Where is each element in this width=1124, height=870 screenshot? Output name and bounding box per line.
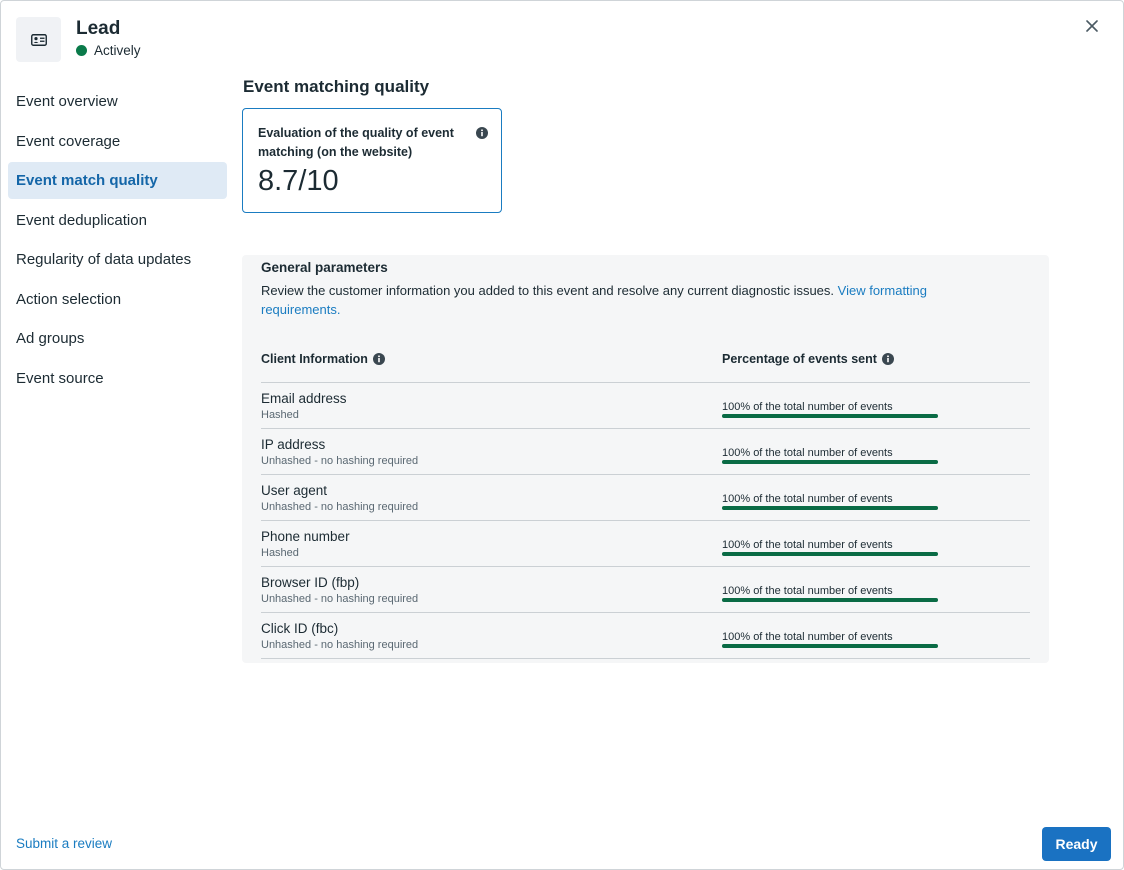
table-row: Phone number Hashed 100% of the total numb… bbox=[261, 521, 1030, 567]
match-quality-score-card: Evaluation of the quality of event match… bbox=[242, 108, 502, 213]
client-info-name: User agent bbox=[261, 483, 328, 498]
general-parameters-panel: General parameters Review the customer i… bbox=[242, 255, 1049, 663]
table-row: Email address Hashed 100% of the total num… bbox=[261, 383, 1030, 429]
id-card-icon bbox=[16, 17, 61, 62]
progress-bar-fill bbox=[722, 598, 938, 602]
score-value: 8.7/10 bbox=[258, 165, 339, 197]
table-row: Browser ID (fbp) Unhashed - no hashing re… bbox=[261, 567, 1030, 613]
client-info-hash-status: Unhashed - no hashing required bbox=[261, 593, 419, 605]
client-info-name: Phone number bbox=[261, 529, 350, 544]
events-sent-percentage: 100% of the total number of events bbox=[722, 631, 893, 643]
client-info-hash-status: Hashed bbox=[261, 547, 299, 559]
sidebar-item-regularity-of-data-updates[interactable]: Regularity of data updates bbox=[8, 241, 227, 278]
progress-bar-fill bbox=[722, 460, 938, 464]
client-information-table: Email address Hashed 100% of the total num… bbox=[261, 383, 1030, 659]
params-description-text: Review the customer information you adde… bbox=[261, 283, 835, 298]
progress-bar-fill bbox=[722, 414, 938, 418]
events-sent-percentage: 100% of the total number of events bbox=[722, 401, 893, 413]
column-header-client-information: Client Information bbox=[261, 352, 385, 366]
events-sent-percentage: 100% of the total number of events bbox=[722, 585, 893, 597]
submit-review-link[interactable]: Submit a review bbox=[16, 836, 112, 851]
client-info-name: Email address bbox=[261, 391, 347, 406]
event-status-label: Actively bbox=[94, 43, 141, 58]
events-sent-progress-bar bbox=[722, 552, 938, 556]
sidebar-item-action-selection[interactable]: Action selection bbox=[8, 281, 227, 318]
progress-bar-fill bbox=[722, 506, 938, 510]
sidebar-item-event-overview[interactable]: Event overview bbox=[8, 83, 227, 120]
client-info-hash-status: Unhashed - no hashing required bbox=[261, 501, 419, 513]
sidebar-item-ad-groups[interactable]: Ad groups bbox=[8, 320, 227, 357]
events-sent-progress-bar bbox=[722, 506, 938, 510]
event-status: Actively bbox=[76, 43, 141, 58]
client-info-hash-status: Unhashed - no hashing required bbox=[261, 639, 419, 651]
event-title: Lead bbox=[76, 18, 121, 39]
column-header-client-information-label: Client Information bbox=[261, 352, 368, 366]
client-info-name: Browser ID (fbp) bbox=[261, 575, 360, 590]
events-sent-progress-bar bbox=[722, 598, 938, 602]
event-details-dialog: Lead Actively Event overview Event covera… bbox=[0, 0, 1124, 870]
events-sent-progress-bar bbox=[722, 414, 938, 418]
close-icon bbox=[1086, 20, 1098, 32]
section-title: Event matching quality bbox=[243, 77, 430, 96]
client-info-hash-status: Hashed bbox=[261, 409, 299, 421]
events-sent-progress-bar bbox=[722, 644, 938, 648]
score-card-label: Evaluation of the quality of event match… bbox=[258, 126, 454, 159]
progress-bar-fill bbox=[722, 552, 938, 556]
events-sent-progress-bar bbox=[722, 460, 938, 464]
client-info-name: Click ID (fbc) bbox=[261, 621, 339, 636]
column-header-percentage-label: Percentage of events sent bbox=[722, 352, 877, 366]
params-description: Review the customer information you adde… bbox=[261, 281, 981, 319]
events-sent-percentage: 100% of the total number of events bbox=[722, 493, 893, 505]
info-icon[interactable] bbox=[881, 353, 894, 365]
table-row: IP address Unhashed - no hashing required… bbox=[261, 429, 1030, 475]
close-button[interactable] bbox=[1080, 14, 1104, 38]
column-header-percentage: Percentage of events sent bbox=[722, 352, 894, 366]
table-row: User agent Unhashed - no hashing required… bbox=[261, 475, 1030, 521]
events-sent-percentage: 100% of the total number of events bbox=[722, 539, 893, 551]
progress-bar-fill bbox=[722, 644, 938, 648]
events-sent-percentage: 100% of the total number of events bbox=[722, 447, 893, 459]
sidebar-nav: Event overview Event coverage Event match … bbox=[8, 83, 227, 399]
sidebar-item-event-coverage[interactable]: Event coverage bbox=[8, 123, 227, 160]
client-info-name: IP address bbox=[261, 437, 326, 452]
sidebar-item-event-source[interactable]: Event source bbox=[8, 360, 227, 397]
sidebar-item-event-match-quality[interactable]: Event match quality bbox=[8, 162, 227, 199]
table-row: Click ID (fbc) Unhashed - no hashing requ… bbox=[261, 613, 1030, 659]
sidebar-item-event-deduplication[interactable]: Event deduplication bbox=[8, 202, 227, 239]
status-dot-icon bbox=[76, 45, 87, 56]
info-icon[interactable] bbox=[476, 126, 488, 144]
params-title: General parameters bbox=[261, 260, 388, 275]
ready-button[interactable]: Ready bbox=[1042, 827, 1111, 861]
client-info-hash-status: Unhashed - no hashing required bbox=[261, 455, 419, 467]
info-icon[interactable] bbox=[372, 353, 385, 365]
